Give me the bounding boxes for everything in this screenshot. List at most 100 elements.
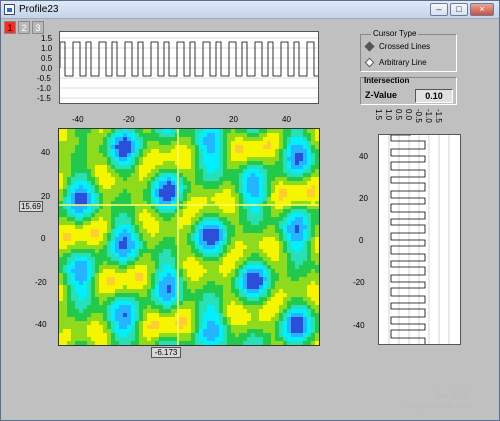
contour-cell	[295, 185, 299, 189]
contour-cell	[187, 225, 191, 229]
contour-cell	[275, 269, 279, 273]
contour-cell	[299, 277, 303, 281]
contour-cell	[271, 289, 275, 293]
contour-cell	[83, 229, 87, 233]
contour-cell	[171, 281, 175, 285]
contour-cell	[199, 177, 203, 181]
contour-cell	[183, 181, 187, 185]
contour-cell	[235, 289, 239, 293]
contour-cell	[303, 225, 307, 229]
contour-cell	[135, 185, 139, 189]
contour-cell	[103, 297, 107, 301]
maximize-button[interactable]: □	[450, 3, 468, 16]
contour-cell	[187, 189, 191, 193]
contour-cell	[291, 189, 295, 193]
contour-cell	[99, 221, 103, 225]
contour-cell	[287, 129, 291, 133]
contour-cell	[135, 317, 139, 321]
contour-cell	[203, 321, 207, 325]
contour-cell	[111, 281, 115, 285]
contour-cell	[239, 337, 243, 341]
contour-cell	[131, 297, 135, 301]
minimize-button[interactable]: –	[430, 3, 448, 16]
contour-svg[interactable]	[59, 129, 319, 345]
contour-cell	[143, 129, 147, 133]
contour-cell	[203, 165, 207, 169]
contour-cell	[115, 181, 119, 185]
contour-cell	[183, 313, 187, 317]
contour-cell	[183, 169, 187, 173]
contour-cell	[255, 317, 259, 321]
contour-cell	[207, 253, 211, 257]
contour-cell	[75, 181, 79, 185]
contour-cell	[83, 269, 87, 273]
contour-cell	[283, 229, 287, 233]
contour-cell	[167, 149, 171, 153]
contour-cell	[191, 241, 195, 245]
contour-cell	[263, 145, 267, 149]
contour-cell	[203, 253, 207, 257]
contour-cell	[287, 317, 291, 321]
contour-cell	[247, 189, 251, 193]
contour-cell	[135, 141, 139, 145]
radio-arbitrary-line[interactable]: Arbitrary Line	[364, 57, 427, 69]
contour-cell	[211, 221, 215, 225]
contour-cell	[223, 309, 227, 313]
contour-cell	[123, 313, 127, 317]
radio-crossed-lines[interactable]: Crossed Lines	[364, 41, 430, 53]
contour-cell	[315, 249, 319, 253]
contour-cell	[287, 153, 291, 157]
contour-cell	[199, 181, 203, 185]
contour-cell	[307, 145, 311, 149]
contour-cell	[179, 153, 183, 157]
contour-cell	[267, 165, 271, 169]
contour-cell	[111, 193, 115, 197]
contour-cell	[275, 209, 279, 213]
contour-cell	[75, 213, 79, 217]
contour-cell	[315, 177, 319, 181]
contour-cell	[315, 165, 319, 169]
contour-cell	[91, 341, 95, 345]
contour-cell	[127, 321, 131, 325]
title-bar[interactable]: Profile23 – □ ×	[1, 1, 499, 19]
contour-cell	[119, 181, 123, 185]
contour-cell	[95, 157, 99, 161]
contour-cell	[307, 257, 311, 261]
close-button[interactable]: ×	[470, 3, 494, 16]
contour-cell	[191, 313, 195, 317]
contour-cell	[267, 217, 271, 221]
contour-cell	[235, 193, 239, 197]
tab-2[interactable]: 2	[18, 21, 30, 34]
contour-cell	[307, 229, 311, 233]
contour-cell	[147, 261, 151, 265]
contour-cell	[255, 153, 259, 157]
contour-cell	[223, 253, 227, 257]
contour-cell	[147, 285, 151, 289]
tab-3[interactable]: 3	[32, 21, 44, 34]
contour-cell	[283, 221, 287, 225]
contour-cell	[111, 161, 115, 165]
contour-cell	[115, 229, 119, 233]
contour-cell	[223, 297, 227, 301]
contour-cell	[239, 341, 243, 345]
tab-1[interactable]: 1	[4, 21, 16, 34]
contour-cell	[167, 145, 171, 149]
contour-cell	[239, 317, 243, 321]
radio-checked-icon[interactable]	[364, 41, 375, 52]
radio-unchecked-icon[interactable]	[364, 57, 375, 68]
contour-cell	[287, 149, 291, 153]
contour-cell	[171, 305, 175, 309]
contour-cell	[219, 209, 223, 213]
contour-cell	[251, 189, 255, 193]
contour-cell	[139, 269, 143, 273]
contour-cell	[111, 245, 115, 249]
contour-cell	[75, 341, 79, 345]
contour-cell	[267, 297, 271, 301]
contour-plot[interactable]	[58, 128, 320, 346]
contour-cell	[207, 289, 211, 293]
contour-cell	[99, 169, 103, 173]
contour-cell	[99, 213, 103, 217]
contour-cell	[183, 153, 187, 157]
contour-cell	[279, 297, 283, 301]
contour-cell	[219, 309, 223, 313]
